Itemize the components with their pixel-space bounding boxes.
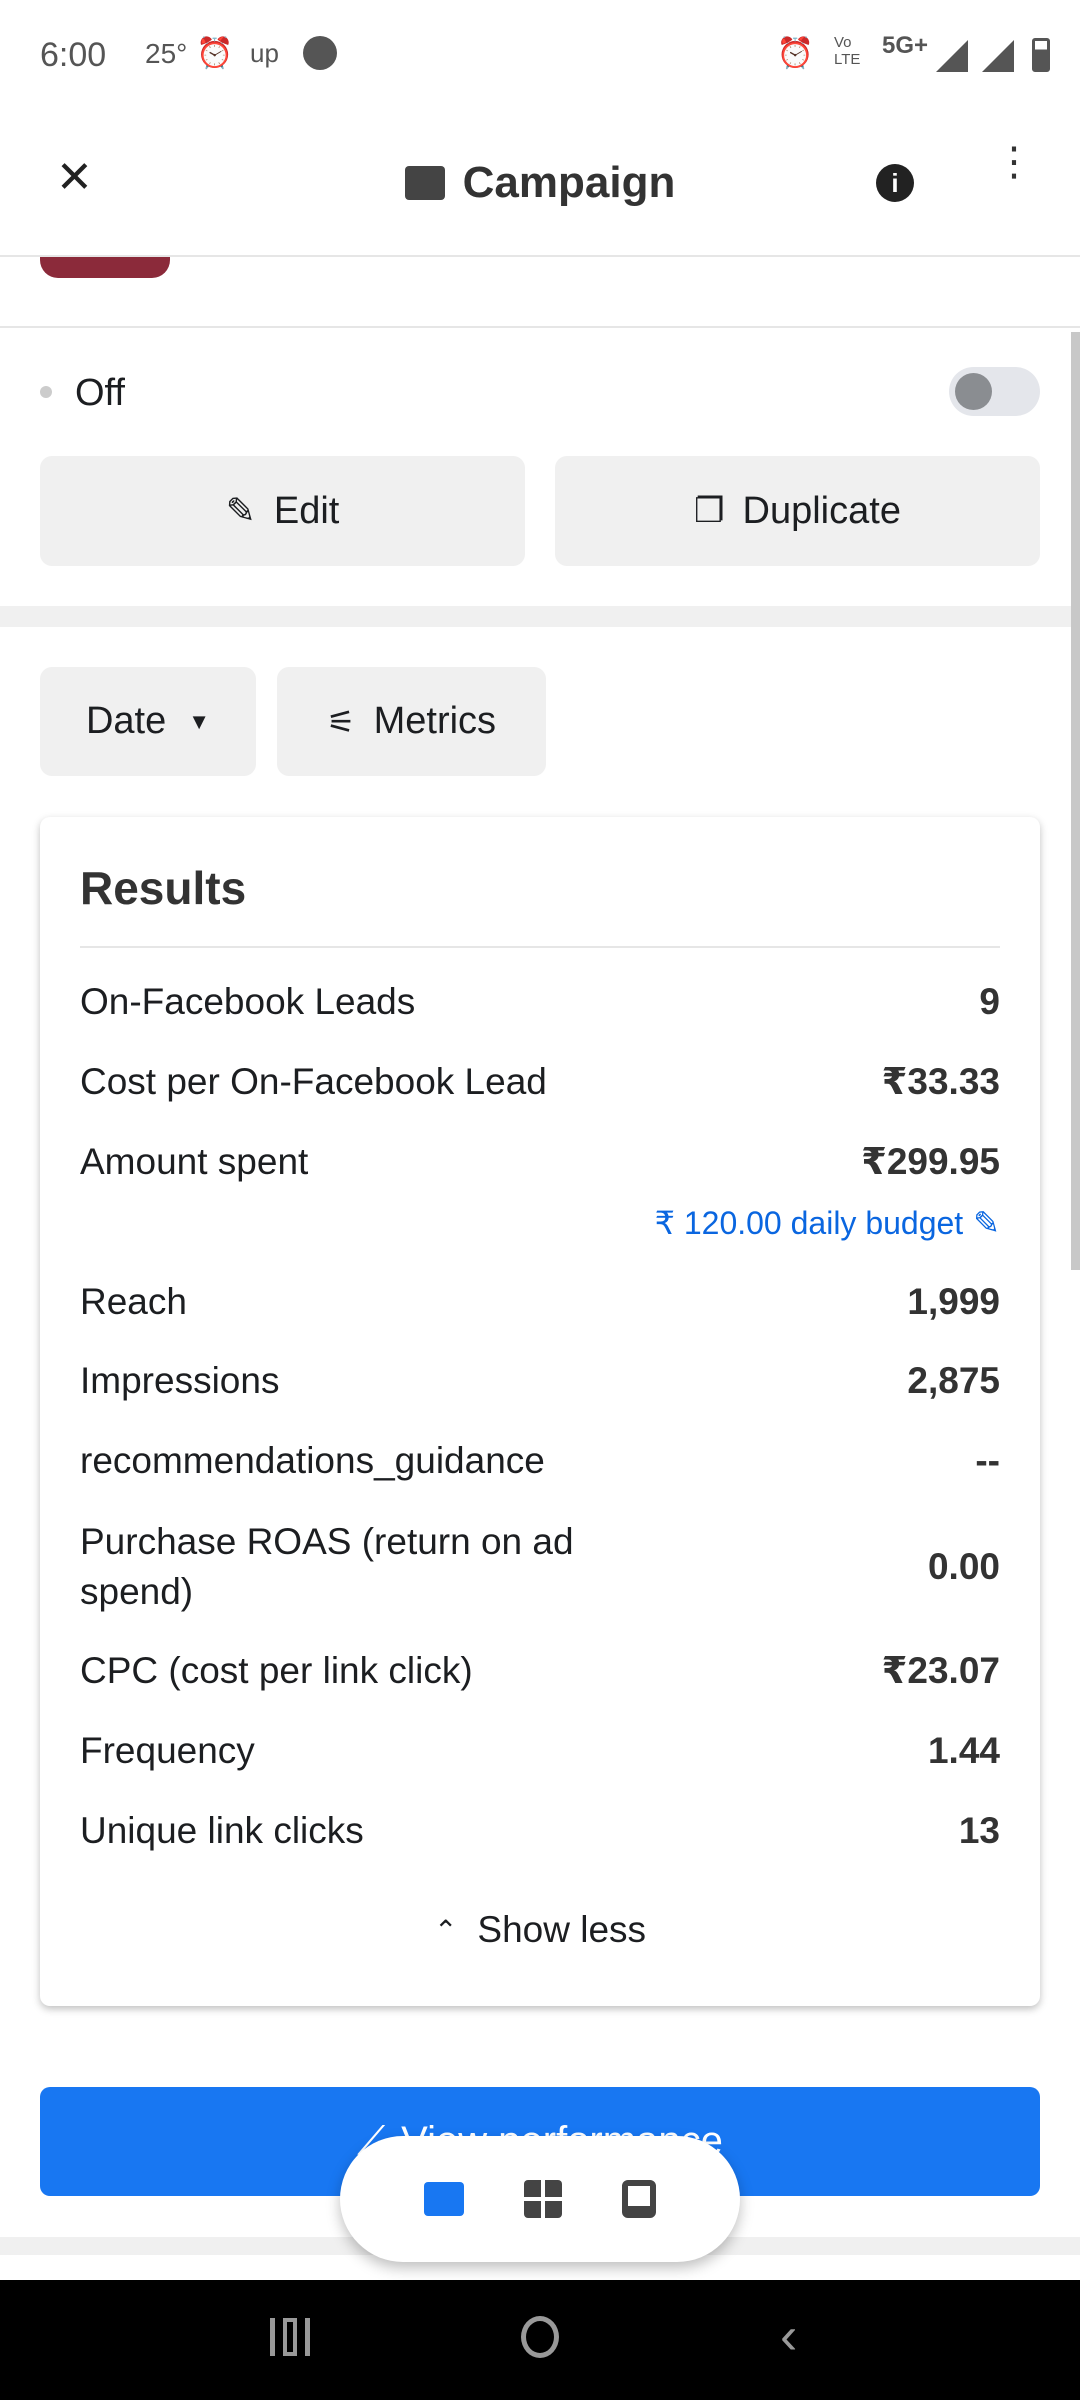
weather-temp: 25°	[145, 38, 188, 69]
status-dot	[40, 386, 52, 398]
phone-icon	[303, 36, 337, 70]
metric-row: CPC (cost per link click) ₹23.07	[80, 1649, 1000, 1692]
metric-row: Reach 1,999	[80, 1281, 1000, 1323]
daily-budget-link[interactable]: ₹ 120.00 daily budget ✎	[80, 1204, 1000, 1242]
metric-row: recommendations_guidance --	[80, 1440, 1000, 1482]
metric-value: --	[975, 1440, 1000, 1481]
metric-label: Frequency	[80, 1730, 255, 1771]
status-bar: 6:00 25° ⏰ up ⏰ Vo LTE 5G+	[0, 0, 1080, 110]
campaign-toggle[interactable]	[949, 367, 1040, 416]
folder-icon	[404, 166, 445, 200]
metric-label: Cost per On-Facebook Lead	[80, 1060, 547, 1102]
metric-label: recommendations_guidance	[80, 1440, 545, 1481]
metric-value: 13	[958, 1810, 1000, 1851]
metric-value: ₹23.07	[881, 1650, 1000, 1691]
carrier-icon: up	[250, 38, 279, 68]
metric-label: On-Facebook Leads	[80, 981, 416, 1022]
metric-row: Frequency 1.44	[80, 1730, 1000, 1772]
signal-icon-2	[982, 40, 1014, 72]
metric-row: Impressions 2,875	[80, 1360, 1000, 1402]
pencil-icon: ✎	[973, 1205, 1000, 1241]
section-divider	[0, 606, 1080, 627]
metric-row: Purchase ROAS (return on ad spend) 0.00	[80, 1517, 1000, 1617]
metric-value: ₹33.33	[881, 1061, 1000, 1102]
network-type: 5G+	[881, 32, 928, 59]
battery-icon	[1032, 38, 1050, 72]
copy-icon: ❐	[694, 492, 725, 530]
results-title: Results	[80, 862, 247, 914]
duplicate-label: Duplicate	[742, 489, 901, 532]
metric-value: 1,999	[907, 1281, 1000, 1322]
page-title-text: Campaign	[462, 158, 676, 207]
recents-icon[interactable]	[270, 2318, 310, 2356]
metric-value: 9	[979, 981, 1000, 1022]
folder-icon[interactable]	[424, 2182, 464, 2216]
top-app-bar: ✕ Campaign i ⋮	[0, 110, 1080, 257]
results-card: Results On-Facebook Leads 9 Cost per On-F…	[40, 817, 1040, 2006]
date-button[interactable]: Date ▼	[40, 667, 256, 776]
divider	[80, 946, 1000, 948]
metric-label: Impressions	[80, 1360, 280, 1401]
sliders-icon: ⚟	[326, 703, 356, 740]
edit-label: Edit	[273, 489, 340, 532]
metric-row: On-Facebook Leads 9	[80, 981, 1000, 1023]
scrollbar[interactable]	[1071, 332, 1080, 1270]
budget-text: ₹ 120.00 daily budget	[654, 1205, 964, 1241]
metric-value: ₹299.95	[861, 1141, 1000, 1182]
show-less-button[interactable]: ⌃ Show less	[80, 1909, 1000, 1951]
show-less-label: Show less	[477, 1909, 647, 1950]
more-vert-icon[interactable]: ⋮	[994, 142, 1034, 182]
divider	[0, 326, 1080, 328]
date-label: Date	[85, 700, 167, 742]
metric-label: Unique link clicks	[80, 1810, 364, 1851]
floating-view-switcher	[340, 2136, 740, 2262]
metrics-label: Metrics	[373, 700, 497, 742]
toggle-knob	[955, 373, 992, 410]
signal-icon	[936, 40, 968, 72]
info-icon[interactable]: i	[876, 164, 914, 202]
clock: 6:00	[40, 36, 107, 74]
grid-icon[interactable]	[524, 2180, 562, 2218]
metric-row: Cost per On-Facebook Lead ₹33.33	[80, 1060, 1000, 1103]
duplicate-button[interactable]: ❐ Duplicate	[555, 456, 1040, 566]
system-nav-bar: ‹	[0, 2280, 1080, 2400]
metric-label: Amount spent	[80, 1140, 309, 1182]
metric-label: Reach	[80, 1281, 187, 1322]
metric-value: 2,875	[907, 1360, 1000, 1401]
metric-label: Purchase ROAS (return on ad spend)	[80, 1521, 574, 1612]
ad-preview-icon[interactable]	[622, 2180, 656, 2218]
metric-value: 1.44	[927, 1730, 1000, 1771]
metric-row: Amount spent ₹299.95	[80, 1140, 1000, 1183]
chevron-up-icon: ⌃	[433, 1914, 458, 1946]
page-title: Campaign	[0, 158, 1080, 208]
alarm-icon: ⏰	[196, 37, 234, 70]
edit-button[interactable]: ✎ Edit	[40, 456, 525, 566]
volte-icon: Vo LTE	[834, 34, 861, 68]
metric-row: Unique link clicks 13	[80, 1810, 1000, 1852]
home-icon[interactable]	[521, 2316, 559, 2358]
metrics-button[interactable]: ⚟ Metrics	[277, 667, 546, 776]
campaign-status: Off	[75, 372, 125, 414]
back-icon[interactable]: ‹	[780, 2306, 797, 2366]
metric-value: 0.00	[927, 1546, 1000, 1587]
pencil-icon: ✎	[225, 490, 256, 531]
alarm-icon-right: ⏰	[776, 37, 814, 70]
metric-label: CPC (cost per link click)	[80, 1649, 473, 1691]
caret-down-icon: ▼	[188, 708, 211, 734]
